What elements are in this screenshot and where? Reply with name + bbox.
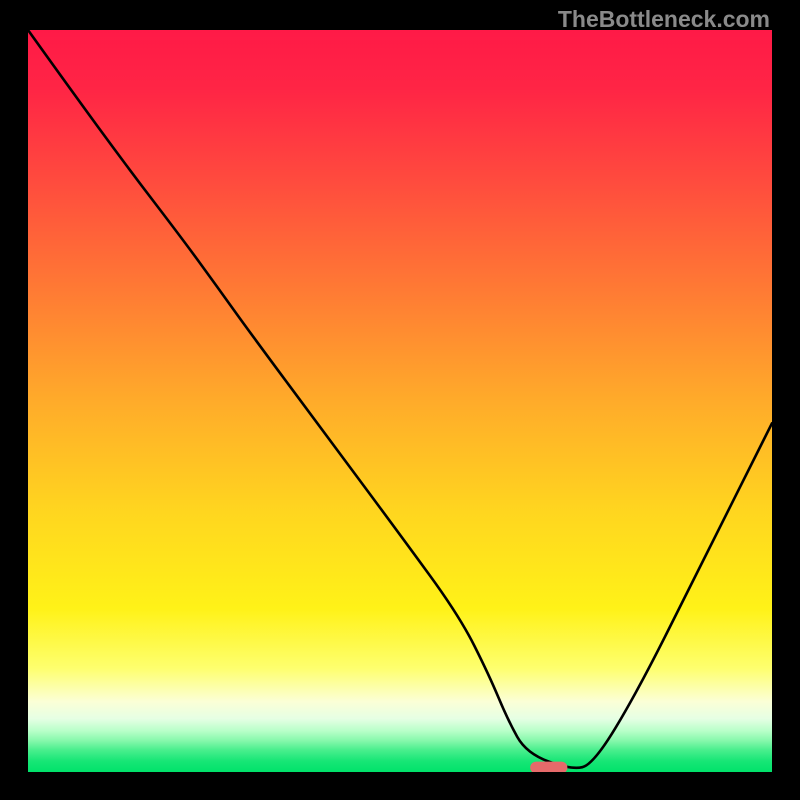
watermark-text: TheBottleneck.com (558, 6, 770, 33)
gradient-background (28, 30, 772, 772)
chart-frame: TheBottleneck.com (0, 0, 800, 800)
plot-area (28, 30, 772, 772)
chart-svg (28, 30, 772, 772)
optimal-marker (530, 762, 567, 772)
